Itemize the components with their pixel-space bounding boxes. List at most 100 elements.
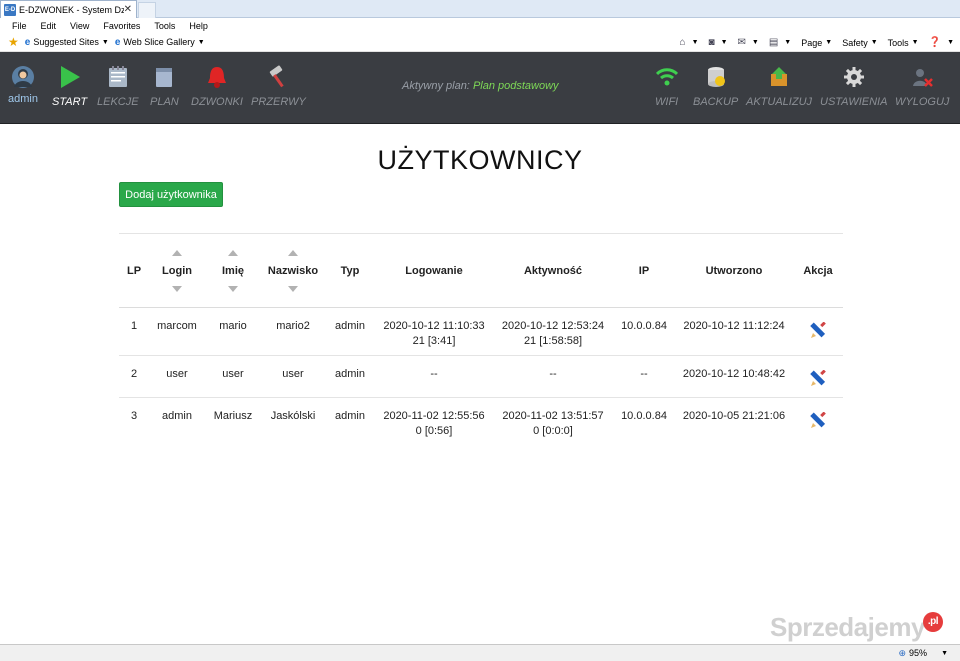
table-row: 2 user user user admin -- -- -- 2020-10-… <box>119 356 843 398</box>
sort-asc-icon[interactable] <box>228 249 238 256</box>
logowanie-count: 0 [0:56] <box>415 425 453 437</box>
edit-pencil-icon[interactable] <box>809 321 827 345</box>
nav-plan[interactable]: PLAN <box>150 64 179 108</box>
user-avatar-icon <box>8 64 38 90</box>
menu-view[interactable]: View <box>70 21 89 31</box>
zoom-level[interactable]: 95% <box>909 648 927 658</box>
ie-icon: e <box>114 36 121 48</box>
nav-przerwy[interactable]: PRZERWY <box>251 64 306 108</box>
hammer-icon <box>251 64 306 90</box>
web-slice-gallery-link[interactable]: e Web Slice Gallery ▼ <box>115 37 205 48</box>
cell-login: admin <box>162 410 192 422</box>
play-icon <box>52 64 87 90</box>
sort-asc-icon[interactable] <box>288 249 298 256</box>
nav-backup[interactable]: BACKUP <box>693 64 738 108</box>
chevron-down-icon: ▼ <box>870 39 878 46</box>
edit-pencil-icon[interactable] <box>809 369 827 393</box>
user-profile[interactable]: admin <box>8 64 38 105</box>
active-plan-label: Aktywny plan: <box>402 80 470 92</box>
zoom-icon: ⊕ <box>898 647 907 658</box>
cell-aktywnosc: 2020-10-12 12:53:24 21 [1:58:58] <box>493 308 613 356</box>
safety-menu[interactable]: Safety ▼ <box>842 38 877 48</box>
cell-akcja <box>793 398 843 446</box>
active-plan-name[interactable]: Plan podstawowy <box>473 80 559 92</box>
menu-tools[interactable]: Tools <box>154 21 175 31</box>
favorites-bar: ★ e Suggested Sites ▼ e Web Slice Galler… <box>0 33 960 52</box>
aktywnosc-date: 2020-11-02 13:51:57 <box>502 410 604 422</box>
watermark-badge: .pl <box>922 612 943 632</box>
gear-icon <box>820 64 887 90</box>
chevron-down-icon: ▼ <box>825 39 833 46</box>
header-logowanie: Logowanie <box>405 264 463 277</box>
cell-aktywnosc: -- <box>493 356 613 398</box>
chevron-down-icon[interactable]: ▼ <box>941 650 948 657</box>
sort-asc-icon[interactable] <box>172 249 182 256</box>
nav-aktualizuj[interactable]: AKTUALIZUJ <box>746 64 812 108</box>
header-aktywnosc: Aktywność <box>523 264 583 277</box>
header-utworzono: Utworzono <box>705 264 763 277</box>
print-button[interactable]: ▤ ▼ <box>769 37 791 48</box>
aktywnosc-count: 0 [0:0:0] <box>533 425 573 437</box>
logowanie-date: 2020-10-12 11:10:33 <box>383 320 485 332</box>
cell-ip: 10.0.0.84 <box>621 410 667 422</box>
mail-icon: ✉ <box>737 37 746 48</box>
add-user-button[interactable]: Dodaj użytkownika <box>119 182 223 207</box>
browser-tab[interactable]: E-D E-DZWONEK - System Dzw... ✕ <box>0 0 137 18</box>
tab-title: E-DZWONEK - System Dzw... <box>19 4 124 15</box>
suggested-sites-link[interactable]: e Suggested Sites ▼ <box>25 37 109 48</box>
home-button[interactable]: ⌂ ▼ <box>680 37 699 48</box>
tools-menu[interactable]: Tools ▼ <box>888 38 919 48</box>
cell-login: user <box>166 368 188 380</box>
mail-button[interactable]: ✉ ▼ <box>738 37 759 48</box>
favorites-star-icon[interactable]: ★ <box>8 35 19 49</box>
sort-desc-icon[interactable] <box>228 285 238 292</box>
header-imie[interactable]: Imię <box>205 234 261 308</box>
watermark-text: Sprzedajemy <box>770 612 925 642</box>
calendar-icon <box>150 64 179 90</box>
menu-help[interactable]: Help <box>189 21 208 31</box>
cell-typ: admin <box>335 368 365 380</box>
cell-utworzono: 2020-10-05 21:21:06 <box>682 410 786 422</box>
nav-ustawienia-label: USTAWIENIA <box>820 96 888 108</box>
cell-ip: -- <box>640 368 648 380</box>
nav-wifi[interactable]: WIFI <box>655 64 678 108</box>
nav-wyloguj[interactable]: WYLOGUJ <box>895 64 949 108</box>
nav-wyloguj-label: WYLOGUJ <box>895 96 950 108</box>
header-imie-label: Imię <box>221 264 244 277</box>
menu-edit[interactable]: Edit <box>41 21 57 31</box>
header-lp: LP <box>126 264 142 277</box>
cell-imie: user <box>222 368 244 380</box>
header-nazwisko[interactable]: Nazwisko <box>261 234 325 308</box>
cell-login: marcom <box>157 320 197 332</box>
browser-tab-bar: E-D E-DZWONEK - System Dzw... ✕ <box>0 0 960 18</box>
database-icon <box>693 64 738 90</box>
logowanie-date: -- <box>430 368 438 380</box>
page-menu-label: Page <box>801 37 823 48</box>
new-tab-button[interactable] <box>138 2 156 18</box>
cell-logowanie: -- <box>375 356 493 398</box>
menu-favorites[interactable]: Favorites <box>103 21 140 31</box>
sort-desc-icon[interactable] <box>172 285 182 292</box>
help-button[interactable]: ❓ ▼ <box>929 37 954 48</box>
nav-start[interactable]: START <box>52 64 87 108</box>
cell-utworzono: 2020-10-12 10:48:42 <box>682 368 786 380</box>
feeds-button[interactable]: ◙ ▼ <box>709 37 728 48</box>
app-favicon-icon: E-D <box>4 3 16 16</box>
rss-icon: ◙ <box>708 37 715 48</box>
cell-lp: 1 <box>130 320 138 332</box>
edit-pencil-icon[interactable] <box>809 411 827 435</box>
nav-lekcje[interactable]: LEKCJE <box>97 64 139 108</box>
menu-file[interactable]: File <box>12 21 27 31</box>
table-row: 1 marcom mario mario2 admin 2020-10-12 1… <box>119 308 843 356</box>
close-icon[interactable]: ✕ <box>124 4 132 15</box>
nav-dzwonki[interactable]: DZWONKI <box>191 64 243 108</box>
cell-logowanie: 2020-11-02 12:55:56 0 [0:56] <box>375 398 493 446</box>
page-menu[interactable]: Page ▼ <box>801 38 832 48</box>
header-typ: Typ <box>340 264 360 277</box>
nav-ustawienia[interactable]: USTAWIENIA <box>820 64 887 108</box>
users-table: LP Login Imię Nazwisko Typ Logowanie Akt… <box>119 233 843 446</box>
sort-desc-icon[interactable] <box>288 285 298 292</box>
chevron-down-icon: ▼ <box>751 39 759 46</box>
cell-lp: 3 <box>130 410 138 422</box>
header-login[interactable]: Login <box>149 234 205 308</box>
